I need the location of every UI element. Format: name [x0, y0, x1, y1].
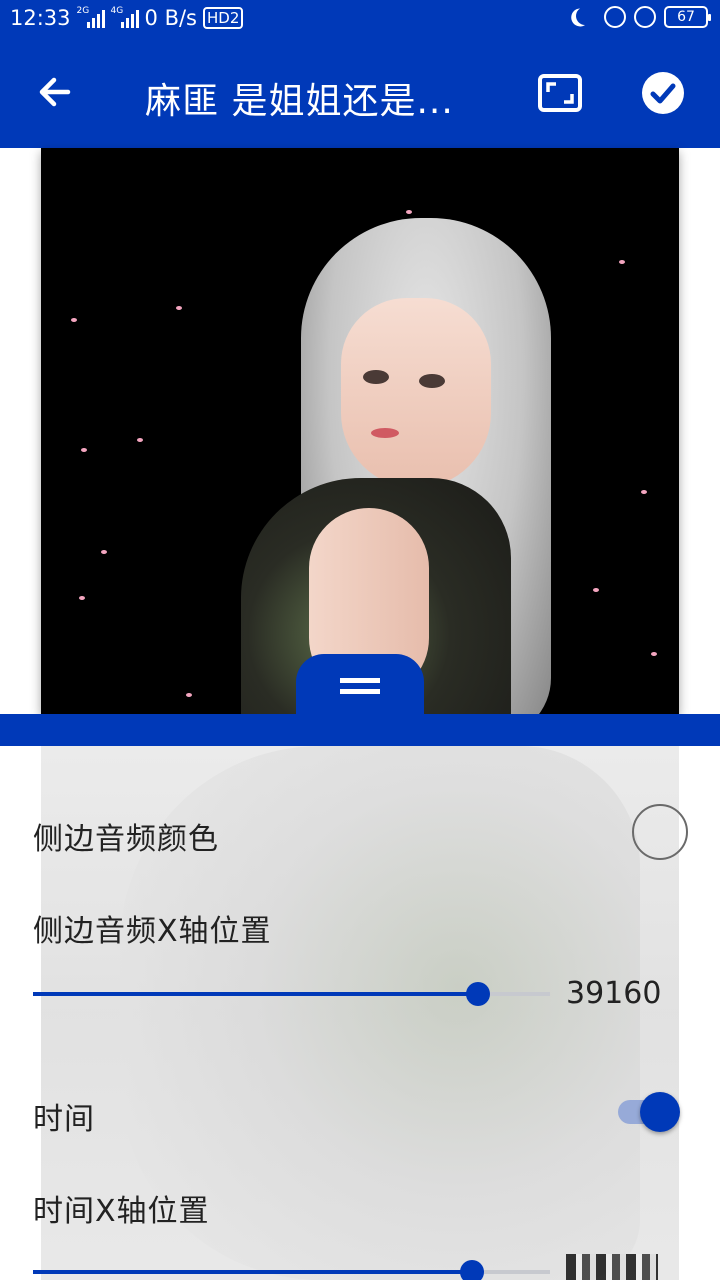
preview-figure-face — [341, 298, 491, 488]
battery-level: 67 — [677, 9, 695, 25]
side-audio-x-label: 侧边音频X轴位置 — [33, 914, 272, 949]
status-bar: 12:33 2G 4G 0 B/s HD2 67 — [0, 0, 720, 40]
confirm-button[interactable] — [642, 72, 684, 114]
crop-frame-icon[interactable] — [538, 74, 582, 112]
time-x-value-obscured — [566, 1254, 658, 1280]
app-bar: 麻匪 是姐姐还是... — [0, 40, 720, 148]
do-not-disturb-moon-icon — [574, 6, 596, 28]
side-audio-x-slider[interactable] — [33, 982, 550, 1006]
status-left: 12:33 2G 4G 0 B/s HD2 — [10, 6, 244, 30]
slider-fill — [33, 992, 478, 996]
signal-4g-label: 4G — [110, 6, 124, 16]
menu-icon-line — [340, 678, 380, 683]
wallpaper-preview — [41, 148, 679, 714]
signal-2g-icon: 2G — [76, 6, 105, 28]
rotation-lock-icon — [604, 6, 626, 28]
side-audio-color-label: 侧边音频颜色 — [33, 822, 219, 857]
preview-lips — [371, 428, 399, 438]
alarm-clock-icon — [634, 6, 656, 28]
preview-eye-right — [419, 374, 445, 388]
sheet-drag-handle[interactable] — [296, 654, 424, 716]
check-circle-icon — [650, 83, 676, 104]
time-x-label: 时间X轴位置 — [33, 1194, 210, 1229]
battery-icon: 67 — [664, 6, 711, 28]
side-audio-color-swatch[interactable] — [632, 804, 688, 860]
time-label: 时间 — [33, 1102, 95, 1137]
menu-icon-line — [340, 689, 380, 694]
arrow-left-icon[interactable] — [34, 70, 78, 114]
slider-fill — [33, 1270, 473, 1274]
signal-4g-icon: 4G — [110, 6, 139, 28]
network-speed: 0 B/s — [144, 6, 197, 30]
time-x-slider[interactable] — [33, 1260, 550, 1280]
slider-thumb[interactable] — [460, 1260, 485, 1280]
status-time: 12:33 — [10, 6, 71, 30]
preview-eye-left — [363, 370, 389, 384]
status-right: 67 — [574, 6, 711, 28]
signal-2g-label: 2G — [76, 6, 90, 16]
settings-panel[interactable]: 侧边音频颜色 侧边音频X轴位置 39160 时间 时间X轴位置 — [0, 746, 720, 1280]
sheet-top-strip — [0, 714, 720, 746]
toggle-knob — [640, 1092, 680, 1132]
hd-voice-icon: HD2 — [203, 7, 244, 29]
side-audio-x-value: 39160 — [566, 976, 662, 1011]
page-title: 麻匪 是姐姐还是... — [145, 81, 454, 122]
time-toggle[interactable] — [618, 1092, 682, 1132]
slider-thumb[interactable] — [465, 982, 490, 1006]
